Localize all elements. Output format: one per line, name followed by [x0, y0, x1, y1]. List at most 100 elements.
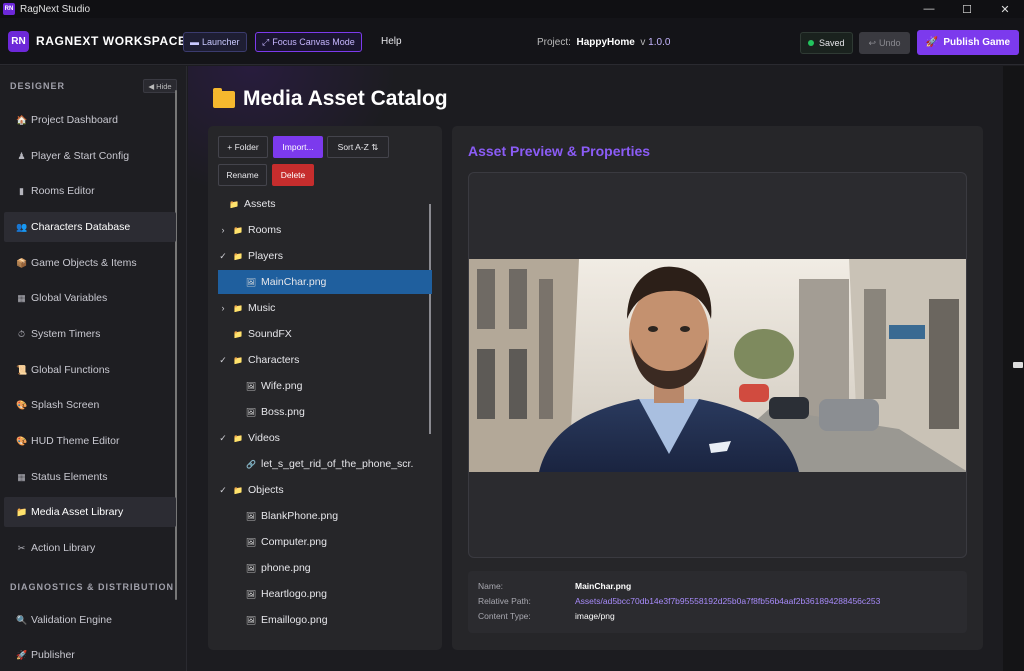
import-button[interactable]: Import... — [273, 136, 323, 158]
tree-folder-videos[interactable]: ✓ 📁 Videos — [218, 426, 432, 450]
tree-item-label: Rooms — [248, 224, 282, 236]
saved-label: Saved — [819, 38, 845, 48]
close-button[interactable]: ✕ — [986, 0, 1024, 18]
folder-icon: 📁 — [16, 506, 28, 517]
sidebar-item-global-functions[interactable]: 📜 Global Functions — [4, 355, 176, 385]
tree-file-mainchar[interactable]: 🖼 MainChar.png — [218, 270, 432, 294]
tree-folder-soundfx[interactable]: 📁 SoundFX — [218, 322, 432, 346]
sidebar-item-action-library[interactable]: ✂ Action Library — [4, 533, 176, 563]
scroll-icon: 📜 — [16, 364, 28, 375]
sidebar-item-player-config[interactable]: ♟ Player & Start Config — [4, 141, 176, 171]
sidebar-item-game-objects[interactable]: 📦 Game Objects & Items — [4, 248, 176, 278]
expanded-check-icon[interactable]: ✓ — [218, 251, 228, 262]
main-content: Media Asset Catalog + Folder Import... S… — [188, 66, 1003, 671]
tree-item-label: Emaillogo.png — [261, 614, 328, 626]
tree-folder-music[interactable]: › 📁 Music — [218, 296, 432, 320]
link-icon: 🔗 — [246, 459, 256, 469]
hide-sidebar-button[interactable]: ◀ Hide — [143, 79, 177, 93]
folder-icon: 📁 — [233, 225, 243, 235]
page-title-text: Media Asset Catalog — [243, 87, 448, 110]
sidebar-item-label: Rooms Editor — [31, 185, 95, 197]
palette-icon: 🎨 — [16, 435, 28, 446]
people-icon: 👥 — [16, 221, 28, 232]
sidebar-item-project-dashboard[interactable]: 🏠 Project Dashboard — [4, 105, 176, 135]
tree-item-label: Computer.png — [261, 536, 327, 548]
tree-file-boss[interactable]: 🖼 Boss.png — [218, 400, 432, 424]
launcher-button[interactable]: ▬ Launcher — [183, 32, 247, 52]
tree-file-blankphone[interactable]: 🖼 BlankPhone.png — [218, 504, 432, 528]
undo-button[interactable]: ↩ Undo — [859, 32, 910, 54]
search-icon: 🔍 — [16, 614, 28, 625]
tree-file-emaillogo[interactable]: 🖼 Emaillogo.png — [218, 608, 432, 632]
tree-folder-assets[interactable]: 📁 Assets — [218, 192, 432, 216]
image-file-icon: 🖼 — [245, 589, 257, 599]
sidebar-item-rooms-editor[interactable]: ▮ Rooms Editor — [4, 176, 176, 206]
tree-file-wife[interactable]: 🖼 Wife.png — [218, 374, 432, 398]
sidebar-item-media-asset-library[interactable]: 📁 Media Asset Library — [4, 497, 176, 527]
asset-preview-image — [469, 259, 966, 472]
minimize-button[interactable]: — — [910, 0, 948, 18]
sidebar-item-characters-database[interactable]: 👥 Characters Database — [4, 212, 176, 242]
palette-icon: 🎨 — [16, 399, 28, 410]
expanded-check-icon[interactable]: ✓ — [218, 433, 228, 444]
project-version: 1.0.0 — [648, 37, 671, 48]
sidebar: DESIGNER ◀ Hide 🏠 Project Dashboard ♟ Play… — [0, 66, 187, 671]
tree-item-label: BlankPhone.png — [261, 510, 339, 522]
image-file-icon: 🖼 — [245, 563, 257, 573]
tree-item-label: MainChar.png — [261, 276, 327, 288]
tree-folder-rooms[interactable]: › 📁 Rooms — [218, 218, 432, 242]
image-file-icon: 🖼 — [245, 407, 257, 417]
sidebar-item-system-timers[interactable]: ⏱ System Timers — [4, 319, 176, 349]
sidebar-item-status-elements[interactable]: ▦ Status Elements — [4, 462, 176, 492]
sidebar-item-label: Publisher — [31, 649, 75, 661]
tree-file-phone[interactable]: 🖼 phone.png — [218, 556, 432, 580]
tree-file-heartlogo[interactable]: 🖼 Heartlogo.png — [218, 582, 432, 606]
window-title: RagNext Studio — [20, 3, 91, 15]
project-label: Project: — [537, 37, 571, 48]
tree-item-label: Wife.png — [261, 380, 303, 392]
folder-icon: 📁 — [233, 251, 243, 261]
tree-item-label: Assets — [244, 198, 276, 210]
sidebar-item-label: Media Asset Library — [31, 506, 124, 518]
tree-item-label: Objects — [248, 484, 284, 496]
undo-icon: ↩ — [868, 37, 877, 48]
help-menu[interactable]: Help — [381, 36, 402, 47]
sidebar-item-validation-engine[interactable]: 🔍 Validation Engine — [4, 605, 176, 635]
rename-button[interactable]: Rename — [218, 164, 267, 186]
sidebar-item-splash-screen[interactable]: 🎨 Splash Screen — [4, 390, 176, 420]
focus-canvas-button[interactable]: ⤢ Focus Canvas Mode — [255, 32, 362, 52]
folder-icon: 📁 — [229, 199, 239, 209]
tree-folder-objects[interactable]: ✓ 📁 Objects — [218, 478, 432, 502]
resize-handle[interactable] — [1013, 362, 1023, 368]
sidebar-item-hud-theme-editor[interactable]: 🎨 HUD Theme Editor — [4, 426, 176, 456]
image-file-icon: 🖼 — [245, 615, 257, 625]
folder-icon: 📁 — [233, 303, 243, 313]
tree-file-computer[interactable]: 🖼 Computer.png — [218, 530, 432, 554]
maximize-button[interactable]: ☐ — [948, 0, 986, 18]
chevron-right-icon[interactable]: › — [218, 225, 228, 235]
tree-item-label: Boss.png — [261, 406, 305, 418]
sort-button[interactable]: Sort A-Z ⇅ — [327, 136, 389, 158]
rocket-icon: 🚀 — [16, 649, 28, 660]
project-name: HappyHome — [576, 37, 635, 48]
tree-folder-characters[interactable]: ✓ 📁 Characters — [218, 348, 432, 372]
grid-icon: ▦ — [17, 471, 26, 482]
expanded-check-icon[interactable]: ✓ — [218, 485, 228, 496]
sidebar-item-publisher[interactable]: 🚀 Publisher — [4, 640, 176, 670]
delete-button[interactable]: Delete — [272, 164, 314, 186]
image-file-icon: 🖼 — [245, 511, 257, 521]
triangle-left-icon: ◀ — [148, 81, 155, 91]
sidebar-item-global-variables[interactable]: ▦ Global Variables — [4, 283, 176, 313]
publish-game-button[interactable]: 🚀 Publish Game — [917, 30, 1019, 55]
chevron-right-icon[interactable]: › — [218, 303, 228, 313]
tree-file-video[interactable]: 🔗 let_s_get_rid_of_the_phone_scr. — [218, 452, 432, 476]
grid-icon: ▦ — [17, 292, 26, 303]
sidebar-item-label: Game Objects & Items — [31, 257, 137, 269]
folder-icon: 📁 — [233, 355, 243, 365]
asset-tree-panel: + Folder Import... Sort A-Z ⇅ Rename Del… — [208, 126, 442, 650]
hide-label: Hide — [156, 81, 172, 91]
tree-folder-players[interactable]: ✓ 📁 Players — [218, 244, 432, 268]
saved-status-badge: Saved — [800, 32, 853, 54]
new-folder-button[interactable]: + Folder — [218, 136, 268, 158]
expanded-check-icon[interactable]: ✓ — [218, 355, 228, 366]
